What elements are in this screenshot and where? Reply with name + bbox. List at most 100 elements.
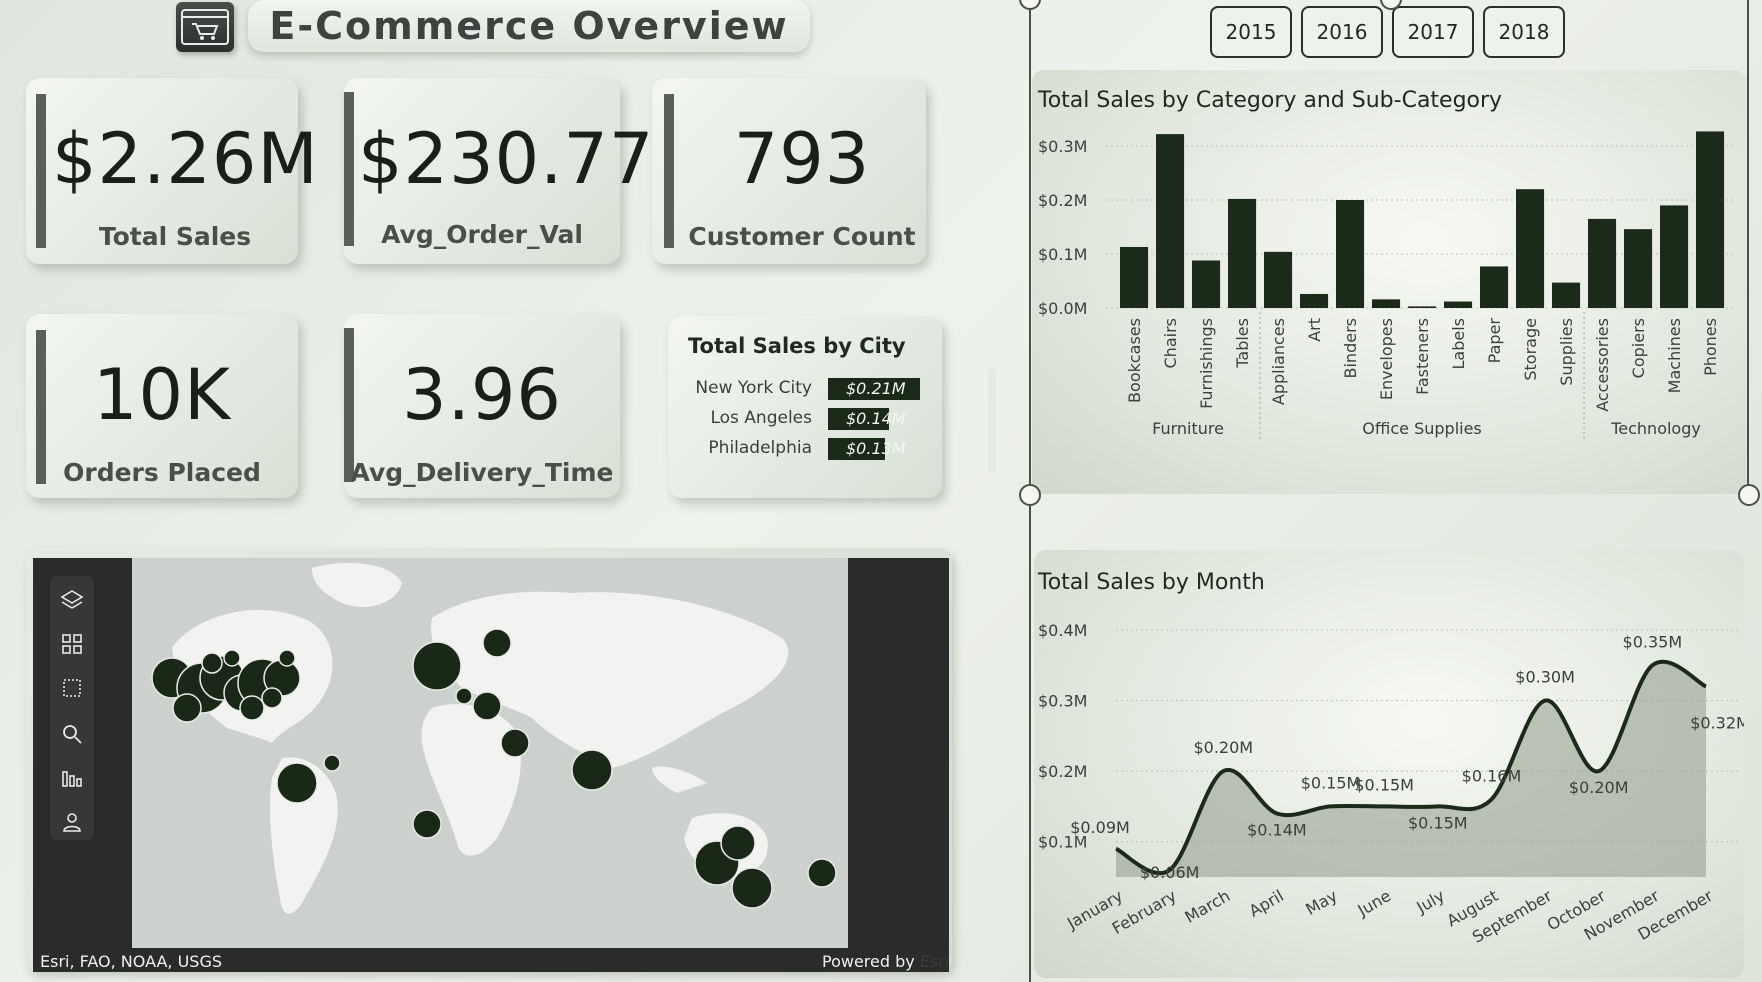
resize-handle[interactable] — [1019, 484, 1041, 506]
x-tick-label: Binders — [1341, 318, 1360, 378]
bar-chart-icon[interactable] — [60, 766, 84, 790]
bar-bookcases — [1120, 246, 1149, 308]
city-row[interactable]: Philadelphia $0.13M — [668, 438, 942, 460]
x-tick-label: Tables — [1233, 318, 1252, 369]
card-accent-bar — [36, 94, 46, 248]
x-tick-label: March — [1182, 886, 1234, 927]
chart-title: Total Sales by Month — [1038, 570, 1265, 595]
kpi-label: Total Sales — [98, 222, 252, 251]
resize-handle[interactable] — [1019, 0, 1041, 10]
category-chart-panel[interactable]: Total Sales by Category and Sub-Category… — [1032, 70, 1746, 494]
city-table: New York City $0.21M Los Angeles $0.14M Phil… — [668, 378, 942, 468]
y-tick-label: $0.1M — [1038, 245, 1087, 264]
city-row[interactable]: New York City $0.21M — [668, 378, 942, 400]
kpi-card-orders-placed[interactable]: 10K Orders Placed — [26, 314, 298, 498]
x-tick-label: Supplies — [1557, 318, 1576, 386]
kpi-label: Avg_Order_Val — [381, 220, 583, 249]
sales-bubble — [261, 687, 283, 709]
sales-bubble — [201, 652, 223, 674]
bar-accessories — [1588, 218, 1617, 308]
kpi-card-avg-delivery-time[interactable]: 3.96 Avg_Delivery_Time — [344, 314, 620, 498]
x-tick-label: Furnishings — [1197, 318, 1216, 409]
x-tick-label: April — [1246, 886, 1287, 921]
year-slicer: 2015 2016 2017 2018 — [1210, 0, 1570, 70]
x-tick-label: Chairs — [1161, 318, 1180, 368]
sales-bubble — [500, 728, 530, 758]
map-powered-by: Powered by Esri — [822, 952, 949, 971]
sales-bubble — [731, 867, 773, 909]
city-sales-bar: $0.21M — [828, 378, 920, 400]
y-tick-label: $0.3M — [1038, 692, 1087, 711]
chart-title: Total Sales by Category and Sub-Category — [1038, 88, 1503, 113]
bar-art — [1300, 293, 1329, 308]
data-label: $0.20M — [1193, 738, 1253, 757]
y-tick-label: $0.2M — [1038, 762, 1087, 781]
bar-phones — [1696, 131, 1725, 308]
sales-bubble — [571, 749, 613, 791]
kpi-card-customer-count[interactable]: 793 Customer Count — [652, 78, 926, 264]
data-label: $0.15M — [1354, 775, 1414, 794]
powered-by-label: Powered by — [822, 952, 915, 971]
search-icon[interactable] — [60, 722, 84, 746]
data-label: $0.32M — [1690, 713, 1744, 732]
sales-bubble — [223, 649, 241, 667]
x-tick-label: Appliances — [1269, 318, 1288, 405]
year-button-2016[interactable]: 2016 — [1301, 6, 1383, 58]
data-label: $0.15M — [1408, 813, 1468, 832]
data-label: $0.06M — [1140, 863, 1200, 882]
sales-bubble — [412, 641, 462, 691]
scrollbar[interactable] — [988, 368, 996, 474]
sales-bubble — [323, 754, 341, 772]
area-fill — [1116, 661, 1706, 877]
world-map-svg — [132, 558, 848, 948]
city-sales-bar: $0.14M — [828, 408, 906, 430]
data-label: $0.09M — [1070, 818, 1130, 837]
y-tick-label: $0.0M — [1038, 299, 1087, 318]
year-button-2017[interactable]: 2017 — [1392, 6, 1474, 58]
bar-tables — [1228, 198, 1257, 308]
x-tick-label: Storage — [1521, 318, 1540, 381]
sales-bubble — [239, 695, 265, 721]
city-row[interactable]: Los Angeles $0.14M — [668, 408, 942, 430]
month-chart-panel[interactable]: Total Sales by Month $0.1M $0.2M $0.3M $0.4… — [1034, 550, 1744, 978]
map-toolbar — [50, 576, 94, 840]
kpi-card-avg-order-val[interactable]: $230.77 Avg_Order_Val — [344, 78, 653, 264]
bar-labels — [1444, 301, 1473, 308]
select-region-icon[interactable] — [60, 676, 84, 700]
city-name: Philadelphia — [708, 438, 812, 458]
x-tick-label: Paper — [1485, 318, 1504, 364]
area-chart: $0.1M$0.2M$0.3M$0.4M$0.09M$0.06M$0.20M$0… — [1038, 621, 1744, 947]
person-icon[interactable] — [60, 810, 84, 834]
year-button-2015[interactable]: 2015 — [1210, 6, 1292, 58]
bar-envelopes — [1372, 299, 1401, 308]
year-button-2018[interactable]: 2018 — [1483, 6, 1565, 58]
sales-bubble — [455, 687, 473, 705]
x-tick-label: Accessories — [1593, 318, 1612, 412]
x-tick-label: June — [1354, 886, 1395, 920]
bar-machines — [1660, 205, 1689, 308]
x-tick-label: Machines — [1665, 318, 1684, 393]
x-tick-label: Bookcases — [1125, 318, 1144, 403]
x-tick-label: Phones — [1701, 318, 1720, 376]
city-sales-card[interactable]: Total Sales by City New York City $0.21M L… — [668, 316, 942, 498]
map-attribution: Esri, FAO, NOAA, USGS — [40, 952, 223, 971]
data-label: $0.16M — [1462, 766, 1522, 785]
bar-copiers — [1624, 229, 1653, 308]
esri-brand[interactable]: Esri — [920, 952, 949, 971]
selection-border — [1747, 0, 1749, 495]
bar-chart: $0.0M $0.1M $0.2M $0.3M Bookcases Chairs Furni… — [1038, 131, 1736, 442]
sales-bubble — [472, 691, 502, 721]
data-label: $0.35M — [1623, 632, 1683, 651]
city-name: New York City — [695, 378, 812, 398]
data-label: $0.14M — [1247, 820, 1307, 839]
y-tick-label: $0.3M — [1038, 137, 1087, 156]
x-tick-label: May — [1302, 886, 1340, 919]
kpi-value: 10K — [93, 354, 231, 436]
resize-handle[interactable] — [1738, 484, 1760, 506]
kpi-card-total-sales[interactable]: $2.26M Total Sales — [26, 78, 318, 264]
layers-icon[interactable] — [60, 588, 84, 612]
qr-grid-icon[interactable] — [60, 632, 84, 656]
world-map[interactable] — [132, 558, 848, 948]
data-label: $0.20M — [1569, 778, 1629, 797]
x-tick-label: Labels — [1449, 318, 1468, 370]
